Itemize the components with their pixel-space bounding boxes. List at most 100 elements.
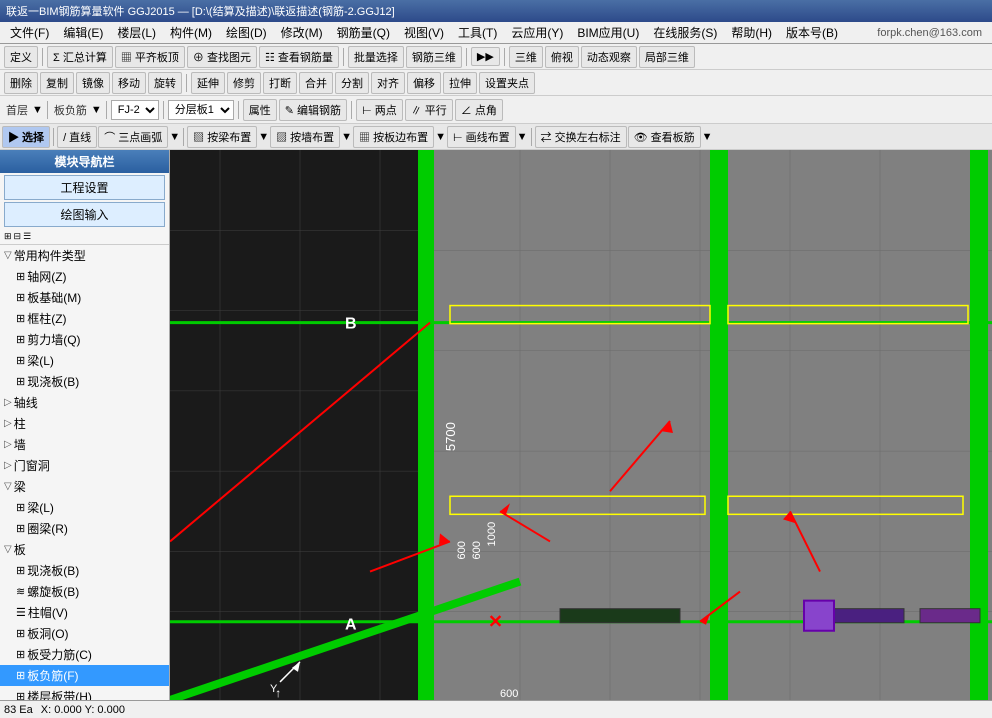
rotate-btn[interactable]: 旋转 (148, 72, 182, 94)
menu-rebar[interactable]: 钢筋量(Q) (331, 22, 396, 43)
copy-btn[interactable]: 复制 (40, 72, 74, 94)
tree-axis[interactable]: ▷ 轴线 (0, 392, 169, 413)
grip-btn[interactable]: 设置夹点 (479, 72, 535, 94)
menu-modify[interactable]: 修改(M) (275, 22, 329, 43)
project-settings-btn[interactable]: 工程设置 (4, 175, 165, 200)
extend-btn[interactable]: 延伸 (191, 72, 225, 94)
group-select[interactable]: FJ-2 FJ-1 (111, 100, 159, 120)
svg-text:5700: 5700 (443, 422, 458, 451)
menu-floor[interactable]: 楼层(L) (111, 22, 162, 43)
canvas-area[interactable]: ✕ 5700 (170, 150, 992, 700)
swap-label-btn[interactable]: ⇄ 交换左右标注 (535, 126, 627, 148)
tree-ring-beam[interactable]: ⊞ 圈梁(R) (0, 518, 169, 539)
menu-version[interactable]: 版本号(B) (780, 22, 844, 43)
view-rebar-btn[interactable]: ☷ 查看钢筋量 (259, 46, 339, 68)
edit-rebar-btn[interactable]: ✎ 编辑钢筋 (279, 99, 347, 121)
property-btn[interactable]: 属性 (243, 99, 277, 121)
draw-line-btn[interactable]: ⊢ 画线布置 (447, 126, 516, 148)
tree-beam[interactable]: ⊞ 梁(L) (0, 350, 169, 371)
beam-dropdown[interactable]: ▼ (258, 131, 269, 143)
find-elem-btn[interactable]: ⊕ 查找图元 (187, 46, 257, 68)
menu-cloud[interactable]: 云应用(Y) (505, 22, 569, 43)
tree-slab-group[interactable]: ▽ 板 (0, 539, 169, 560)
arc-dropdown[interactable]: ▼ (169, 131, 180, 143)
trim-btn[interactable]: 修剪 (227, 72, 261, 94)
expand-axis[interactable]: ▷ (4, 397, 12, 408)
expand-common[interactable]: ▽ (4, 250, 12, 261)
split-btn[interactable]: 分割 (335, 72, 369, 94)
more-btn[interactable]: ▶▶ (471, 47, 500, 66)
line-btn[interactable]: / 直线 (57, 126, 97, 148)
tree-floorband-label: 楼层板带(H) (27, 688, 92, 700)
tree-shear-wall[interactable]: ⊞ 剪力墙(Q) (0, 329, 169, 350)
tree-slab-hole[interactable]: ⊞ 板洞(O) (0, 623, 169, 644)
tree-floor-band[interactable]: ⊞ 楼层板带(H) (0, 686, 169, 700)
align-btn[interactable]: 对齐 (371, 72, 405, 94)
menu-view[interactable]: 视图(V) (398, 22, 450, 43)
expand-doorwin[interactable]: ▷ (4, 460, 12, 471)
delete-btn[interactable]: 删除 (4, 72, 38, 94)
tree-pile-found[interactable]: ⊞ 板基础(M) (0, 287, 169, 308)
two-point-btn[interactable]: ⊢ 两点 (356, 99, 403, 121)
break-btn[interactable]: 打断 (263, 72, 297, 94)
expand-slabgroup[interactable]: ▽ (4, 544, 12, 555)
summary-calc-btn[interactable]: Σ 汇总计算 (47, 46, 113, 68)
ringbeam-icon: ⊞ (16, 522, 25, 535)
tree-wall-group[interactable]: ▷ 墙 (0, 434, 169, 455)
menu-online[interactable]: 在线服务(S) (647, 22, 723, 43)
menu-tools[interactable]: 工具(T) (452, 22, 503, 43)
tree-cast-slab[interactable]: ⊞ 现浇板(B) (0, 371, 169, 392)
menu-help[interactable]: 帮助(H) (725, 22, 778, 43)
tree-col-group[interactable]: ▷ 柱 (0, 413, 169, 434)
menu-edit[interactable]: 编辑(E) (57, 22, 109, 43)
expand-beamgroup[interactable]: ▽ (4, 481, 12, 492)
tree-slab-rebar[interactable]: ⊞ 板受力筋(C) (0, 644, 169, 665)
tree-grid[interactable]: ⊞ 轴网(Z) (0, 266, 169, 287)
tree-cast-slab2[interactable]: ⊞ 现浇板(B) (0, 560, 169, 581)
sidebar-icon-3[interactable]: ☰ (23, 231, 31, 242)
wall-dropdown[interactable]: ▼ (341, 131, 352, 143)
by-wall-btn[interactable]: ▨ 按墙布置 (270, 126, 340, 148)
expand-wall[interactable]: ▷ (4, 439, 12, 450)
merge-btn[interactable]: 合并 (299, 72, 333, 94)
by-beam-btn[interactable]: ▧ 按梁布置 (187, 126, 257, 148)
tree-spiral-slab[interactable]: ≋ 螺旋板(B) (0, 581, 169, 602)
stretch-btn[interactable]: 拉伸 (443, 72, 477, 94)
sidebar-icon-2[interactable]: ⊟ (14, 231, 22, 242)
tree-door-win[interactable]: ▷ 门窗洞 (0, 455, 169, 476)
select-btn[interactable]: ▶ 选择 (2, 126, 50, 148)
slab-dropdown[interactable]: ▼ (435, 131, 446, 143)
menu-file[interactable]: 文件(F) (4, 22, 55, 43)
view-slab-rebar-btn[interactable]: 👁 查看板筋 (628, 126, 701, 148)
menu-bim[interactable]: BIM应用(U) (571, 22, 645, 43)
expand-col[interactable]: ▷ (4, 418, 12, 429)
dynamic-view-btn[interactable]: 动态观察 (581, 46, 637, 68)
drawing-input-btn[interactable]: 绘图输入 (4, 202, 165, 227)
tree-common-types[interactable]: ▽ 常用构件类型 (0, 245, 169, 266)
batch-select-btn[interactable]: 批量选择 (348, 46, 404, 68)
arc-btn[interactable]: ⌒ 三点画弧 (98, 126, 168, 148)
view-rebar-dropdown[interactable]: ▼ (702, 131, 713, 143)
menu-component[interactable]: 构件(M) (164, 22, 218, 43)
by-slab-edge-btn[interactable]: ▦ 按板边布置 (353, 126, 434, 148)
move-btn[interactable]: 移动 (112, 72, 146, 94)
menu-draw[interactable]: 绘图(D) (220, 22, 273, 43)
drawline-dropdown[interactable]: ▼ (517, 131, 528, 143)
3d-btn[interactable]: 三维 (509, 46, 543, 68)
tree-beam-group[interactable]: ▽ 梁 (0, 476, 169, 497)
sublayer-select[interactable]: 分层板1 分层板2 (168, 100, 234, 120)
offset-btn[interactable]: 偏移 (407, 72, 441, 94)
top-view-btn[interactable]: 俯视 (545, 46, 579, 68)
parallel-btn[interactable]: ∥ 平行 (405, 99, 453, 121)
rebar-3d-btn[interactable]: 钢筋三维 (406, 46, 462, 68)
tree-column[interactable]: ⊞ 框柱(Z) (0, 308, 169, 329)
tree-beam-l[interactable]: ⊞ 梁(L) (0, 497, 169, 518)
tree-neg-rebar[interactable]: ⊞ 板负筋(F) (0, 665, 169, 686)
define-btn[interactable]: 定义 (4, 46, 38, 68)
local-3d-btn[interactable]: 局部三维 (639, 46, 695, 68)
point-angle-btn[interactable]: ∠ 点角 (455, 99, 503, 121)
align-top-btn[interactable]: ▦ 平齐板顶 (115, 46, 185, 68)
tree-cap[interactable]: ☰ 柱帽(V) (0, 602, 169, 623)
mirror-btn[interactable]: 镜像 (76, 72, 110, 94)
sidebar-icon-1[interactable]: ⊞ (4, 231, 12, 242)
